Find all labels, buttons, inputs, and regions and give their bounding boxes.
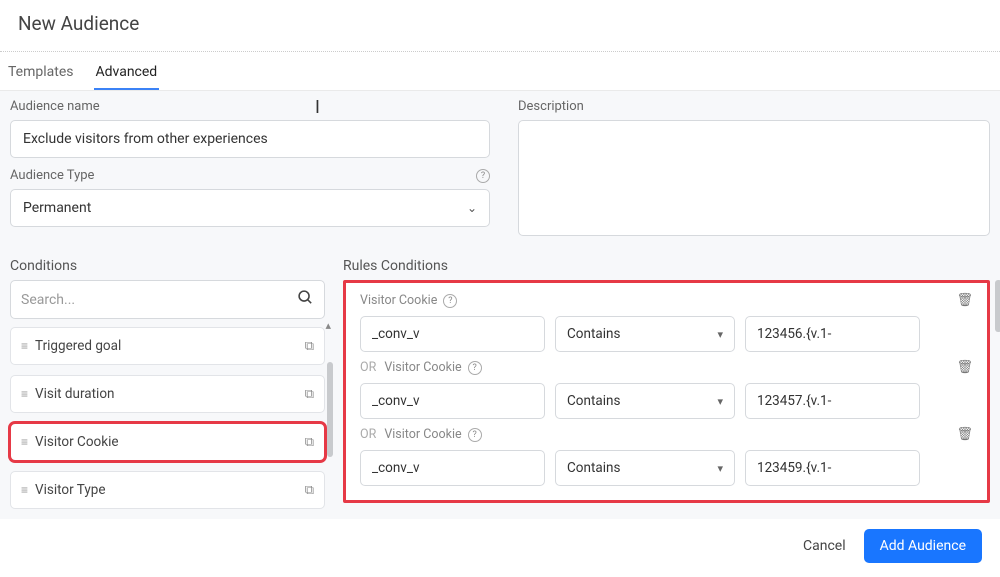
- rule-type-label: Visitor Cookie: [384, 360, 461, 375]
- rule-operator-value: Contains: [567, 460, 620, 476]
- rule-operator-value: Contains: [567, 393, 620, 409]
- footer: Cancel Add Audience: [0, 519, 1000, 563]
- tabs: Templates Advanced: [0, 58, 1000, 91]
- rule-row: _conv_v Contains ▾ 123456.{v.1-: [360, 316, 973, 352]
- rule-operator-value: Contains: [567, 326, 620, 342]
- condition-label: Visitor Cookie: [35, 434, 119, 450]
- scrollbar[interactable]: [327, 362, 333, 457]
- popout-icon[interactable]: ⧉: [305, 435, 314, 450]
- drag-icon: ≡: [21, 387, 27, 401]
- cancel-button[interactable]: Cancel: [803, 538, 846, 554]
- audience-name-label: Audience name I: [10, 99, 490, 114]
- or-label: OR: [360, 360, 376, 375]
- conditions-area: Conditions ▴ ≡ Triggered goal ⧉ ≡ Visit du…: [0, 248, 1000, 519]
- rule-block: Visitor Cookie ? 🗑 _conv_v Contains ▾ 123…: [360, 293, 973, 352]
- condition-item-visit-duration[interactable]: ≡ Visit duration ⧉: [10, 375, 325, 413]
- popout-icon[interactable]: ⧉: [305, 339, 314, 354]
- rule-operator-select[interactable]: Contains ▾: [555, 316, 735, 352]
- search-icon: [297, 289, 314, 310]
- rule-block: OR Visitor Cookie ? 🗑 _conv_v Contains ▾ …: [360, 427, 973, 486]
- conditions-list: ▴ ≡Triggered goal ⧉ ≡Visit duration ⧉ ≡V…: [10, 327, 325, 519]
- delete-icon[interactable]: 🗑: [956, 427, 973, 442]
- audience-name-label-text: Audience name: [10, 99, 100, 114]
- rule-head: Visitor Cookie ? 🗑: [360, 293, 973, 308]
- rule-value-input[interactable]: 123456.{v.1-: [745, 316, 920, 352]
- rules-panel: Visitor Cookie ? 🗑 _conv_v Contains ▾ 123…: [343, 280, 990, 503]
- scrollbar[interactable]: [995, 280, 1000, 332]
- chevron-down-icon: ⌄: [467, 201, 477, 215]
- description-input[interactable]: [518, 120, 990, 236]
- form-area: Audience name I Audience Type ? Permanen…: [0, 91, 1000, 248]
- drag-icon: ≡: [21, 483, 27, 497]
- help-icon[interactable]: ?: [468, 361, 482, 375]
- text-cursor-icon: I: [315, 97, 320, 118]
- drag-icon: ≡: [21, 435, 27, 449]
- page-title: New Audience: [0, 0, 1000, 51]
- help-icon[interactable]: ?: [468, 428, 482, 442]
- rule-head: OR Visitor Cookie ? 🗑: [360, 427, 973, 442]
- help-icon[interactable]: ?: [443, 294, 457, 308]
- condition-item-visitor-type[interactable]: ≡ Visitor Type ⧉: [10, 471, 325, 509]
- audience-type-select[interactable]: Permanent ⌄: [10, 189, 490, 227]
- rules-panel-area: Rules Conditions Visitor Cookie ? 🗑 _con…: [343, 258, 990, 519]
- rule-block: OR Visitor Cookie ? 🗑 _conv_v Contains ▾ …: [360, 360, 973, 419]
- tab-templates[interactable]: Templates: [6, 58, 76, 90]
- condition-label: Visit duration: [35, 386, 114, 402]
- rule-type-label: Visitor Cookie: [360, 293, 437, 308]
- audience-type-label: Audience Type ?: [10, 168, 490, 183]
- audience-name-input[interactable]: [10, 120, 490, 158]
- or-label: OR: [360, 427, 376, 442]
- audience-type-value: Permanent: [23, 200, 91, 216]
- condition-item-triggered-goal[interactable]: ≡ Triggered goal ⧉: [10, 327, 325, 365]
- dropdown-icon: ▾: [717, 328, 723, 341]
- dropdown-icon: ▾: [717, 395, 723, 408]
- rule-row: _conv_v Contains ▾ 123459.{v.1-: [360, 450, 973, 486]
- delete-icon[interactable]: 🗑: [956, 293, 973, 308]
- rule-field-input[interactable]: _conv_v: [360, 450, 545, 486]
- rule-row: _conv_v Contains ▾ 123457.{v.1-: [360, 383, 973, 419]
- condition-item-visitor-cookie[interactable]: ≡ Visitor Cookie ⧉: [10, 423, 325, 461]
- rule-field-input[interactable]: _conv_v: [360, 316, 545, 352]
- condition-label: Triggered goal: [35, 338, 121, 354]
- popout-icon[interactable]: ⧉: [305, 483, 314, 498]
- rule-type-label: Visitor Cookie: [384, 427, 461, 442]
- help-icon[interactable]: ?: [476, 169, 490, 183]
- scroll-up-icon[interactable]: ▴: [325, 319, 331, 332]
- rule-head: OR Visitor Cookie ? 🗑: [360, 360, 973, 375]
- rule-value-input[interactable]: 123459.{v.1-: [745, 450, 920, 486]
- rule-operator-select[interactable]: Contains ▾: [555, 383, 735, 419]
- condition-label: Visitor Type: [35, 482, 105, 498]
- delete-icon[interactable]: 🗑: [956, 360, 973, 375]
- audience-type-label-text: Audience Type: [10, 168, 472, 183]
- rules-title: Rules Conditions: [343, 258, 990, 274]
- conditions-search[interactable]: [10, 280, 325, 319]
- drag-icon: ≡: [21, 339, 27, 353]
- dropdown-icon: ▾: [717, 462, 723, 475]
- conditions-panel: Conditions ▴ ≡Triggered goal ⧉ ≡Visit du…: [10, 258, 325, 519]
- popout-icon[interactable]: ⧉: [305, 387, 314, 402]
- tab-advanced[interactable]: Advanced: [94, 58, 160, 90]
- conditions-search-input[interactable]: [21, 292, 297, 308]
- divider: [0, 51, 1000, 52]
- rule-value-input[interactable]: 123457.{v.1-: [745, 383, 920, 419]
- rule-operator-select[interactable]: Contains ▾: [555, 450, 735, 486]
- add-audience-button[interactable]: Add Audience: [864, 529, 982, 563]
- description-label: Description: [518, 99, 990, 114]
- rule-field-input[interactable]: _conv_v: [360, 383, 545, 419]
- conditions-title: Conditions: [10, 258, 325, 274]
